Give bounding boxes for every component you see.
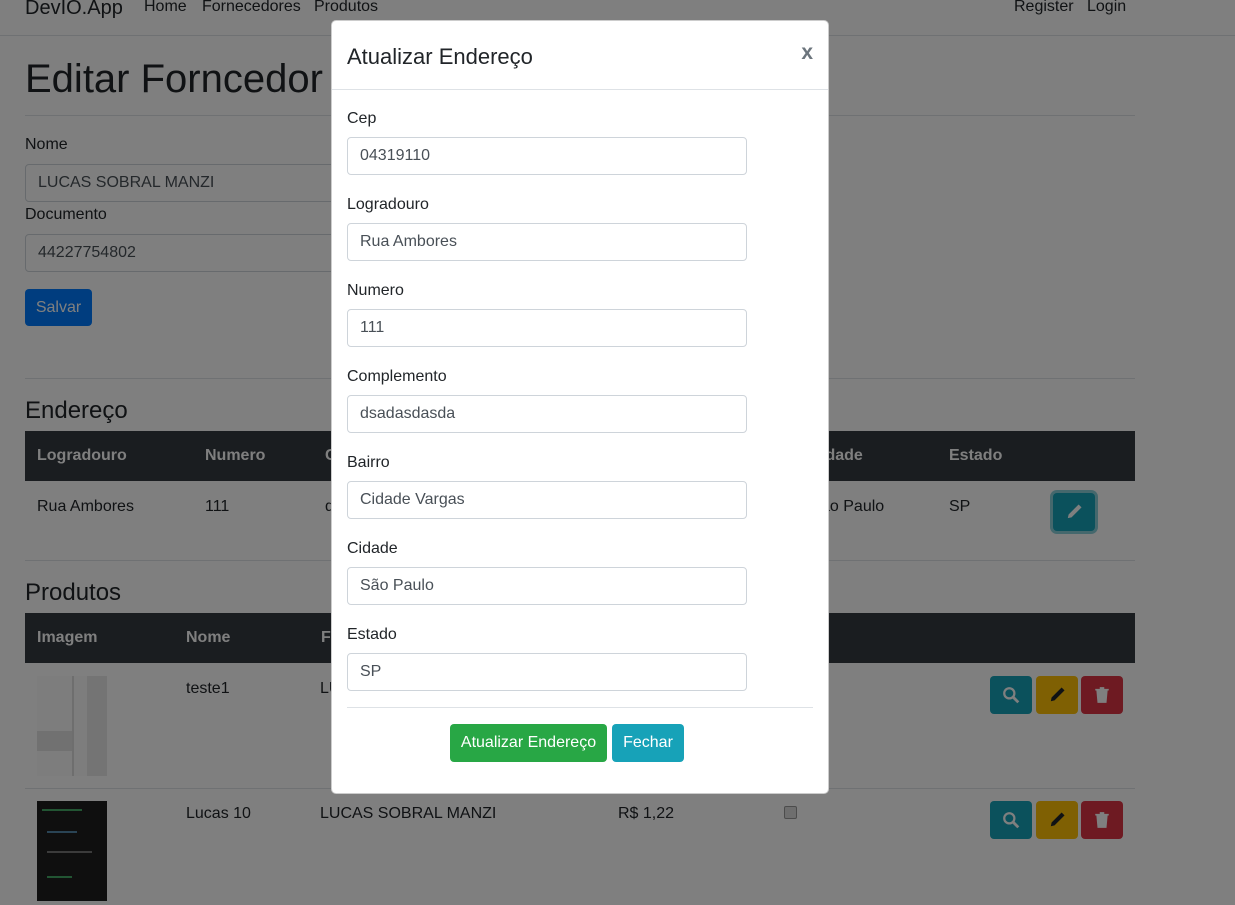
close-icon[interactable]: x: [801, 41, 813, 65]
numero-input[interactable]: 111: [347, 309, 747, 347]
cidade-input[interactable]: São Paulo: [347, 567, 747, 605]
numero-label: Numero: [347, 282, 404, 299]
cidade-label: Cidade: [347, 540, 398, 557]
bairro-label: Bairro: [347, 454, 390, 471]
update-address-modal: Atualizar Endereço x Cep 04319110 Lograd…: [331, 20, 829, 794]
cep-label: Cep: [347, 110, 377, 127]
cep-input[interactable]: 04319110: [347, 137, 747, 175]
estado-label: Estado: [347, 626, 397, 643]
logradouro-label: Logradouro: [347, 196, 429, 213]
logradouro-input[interactable]: Rua Ambores: [347, 223, 747, 261]
update-address-button[interactable]: Atualizar Endereço: [450, 724, 607, 762]
modal-title: Atualizar Endereço: [347, 44, 533, 69]
estado-input[interactable]: SP: [347, 653, 747, 691]
complemento-input[interactable]: dsadasdasda: [347, 395, 747, 433]
modal-header-divider: [332, 89, 828, 90]
close-button[interactable]: Fechar: [612, 724, 684, 762]
bairro-input[interactable]: Cidade Vargas: [347, 481, 747, 519]
modal-footer-divider: [347, 707, 813, 708]
complemento-label: Complemento: [347, 368, 447, 385]
